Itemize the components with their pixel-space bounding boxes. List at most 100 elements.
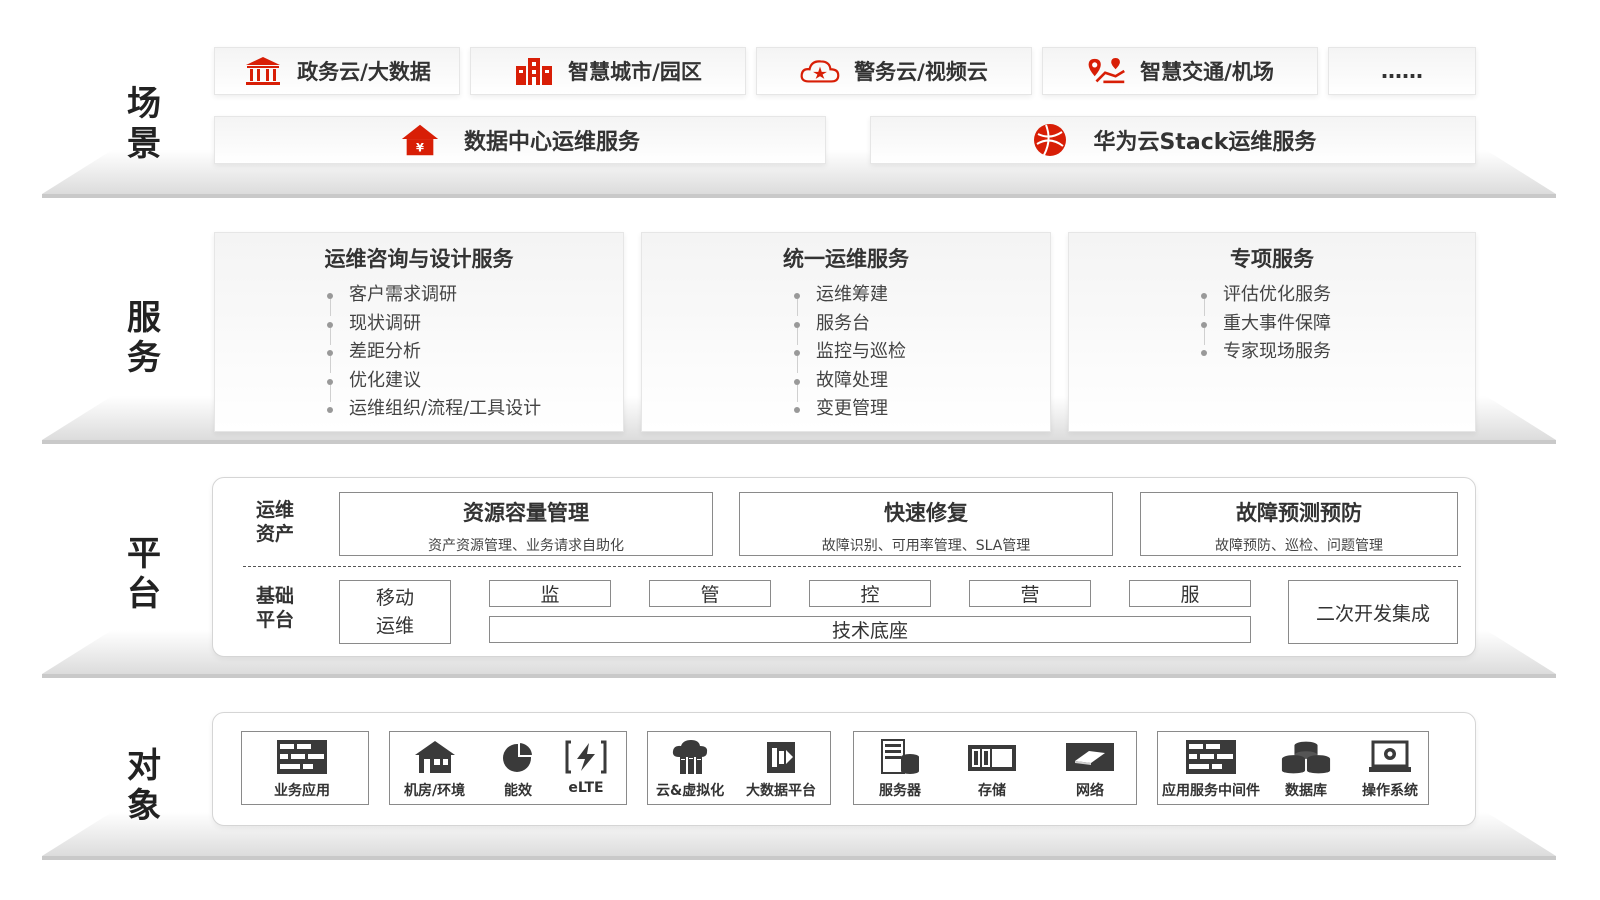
scene-label: 政务云/大数据 [297,60,431,84]
service-title: 统一运维服务 [783,247,909,271]
object-item: 大数据平台 [746,738,816,800]
object-label: 机房/环境 [404,783,466,799]
capability-title: 故障预测预防 [1236,501,1362,525]
service-item: 运维筹建 [794,281,1050,316]
layer-label-service: 服 务 [104,298,184,378]
object-group-cloud: 云&虚拟化 大数据平台 [647,731,831,805]
object-group-business: 业务应用 [241,731,369,805]
service-item: 差距分析 [327,338,623,373]
object-item: 网络 [1064,738,1116,800]
service-item: 专家现场服务 [1201,338,1475,367]
scene-label: 智慧交通/机场 [1140,60,1274,84]
police-cloud-icon [800,54,840,88]
scene-wide-label: 华为云Stack运维服务 [1093,130,1317,155]
huawei-cloud-stack-icon [1030,123,1070,157]
scene-wide-label: 数据中心运维服务 [463,130,640,155]
layer-label-char: 台 [127,574,161,614]
ops-assets-label: 运维 资产 [255,499,294,545]
scene-label: 智慧城市/园区 [568,60,702,84]
service-card-consulting: 运维咨询与设计服务 客户需求调研 现状调研 差距分析 优化建议 运维组织/流程/… [214,232,624,432]
scene-tile-traffic: 智慧交通/机场 [1042,47,1318,95]
capability-subtitle: 故障预防、巡检、问题管理 [1215,538,1383,554]
object-item: 能效 [492,738,544,800]
capability-title: 快速修复 [884,501,968,525]
service-item: 运维组织/流程/工具设计 [327,395,623,424]
elte-icon [560,738,612,776]
bigdata-platform-icon [755,738,807,776]
layer-label-scene: 场 景 [104,84,184,164]
service-item: 重大事件保障 [1201,310,1475,344]
layer-label-char: 平 [127,534,161,574]
service-list: 评估优化服务 重大事件保障 专家现场服务 [1201,281,1475,367]
base-platform-label: 基础 平台 [255,585,294,631]
service-title: 专项服务 [1230,247,1314,271]
object-group-software: 应用服务中间件 数据库 操作系统 [1157,731,1429,805]
service-item: 故障处理 [794,367,1050,401]
mobile-ops-box: 移动 运维 [339,580,451,644]
function-box-operate: 营 [969,580,1091,607]
object-label: 能效 [504,783,532,799]
object-item: 云&虚拟化 [656,738,724,800]
business-app-icon [276,738,328,776]
layer-label-char: 象 [127,786,161,826]
function-box-serve: 服 [1129,580,1251,607]
capability-title: 资源容量管理 [463,501,589,525]
objects-panel: 业务应用 机房/环境 能效 eLTE 云&虚拟化 大数据平台 服务器 存储 网络… [212,712,1476,826]
database-icon [1280,738,1332,776]
scene-tile-city: 智慧城市/园区 [470,47,746,95]
platform-divider [243,566,1461,567]
object-item: 存储 [966,738,1018,800]
object-item: 操作系统 [1362,738,1418,800]
service-item: 优化建议 [327,367,623,401]
service-item: 监控与巡检 [794,338,1050,373]
energy-efficiency-icon [492,738,544,776]
service-list: 客户需求调研 现状调研 差距分析 优化建议 运维组织/流程/工具设计 [327,281,623,424]
object-label: 数据库 [1285,783,1327,799]
capability-fault-prediction: 故障预测预防 故障预防、巡检、问题管理 [1140,492,1458,556]
service-item: 服务台 [794,310,1050,344]
object-item: eLTE [560,738,612,796]
object-group-facility: 机房/环境 能效 eLTE [389,731,627,805]
cloud-virtualization-icon [664,738,716,776]
capability-fast-repair: 快速修复 故障识别、可用率管理、SLA管理 [739,492,1113,556]
service-card-unified-ops: 统一运维服务 运维筹建 服务台 监控与巡检 故障处理 变更管理 [641,232,1051,432]
scene-tile-police: 警务云/视频云 [756,47,1032,95]
function-box-manage: 管 [649,580,771,607]
scene-wide-datacenter: ¥ 数据中心运维服务 [214,116,826,164]
object-group-infra: 服务器 存储 网络 [853,731,1137,805]
government-building-icon [243,54,283,88]
object-item: 业务应用 [274,738,330,800]
layer-label-char: 对 [127,746,161,786]
secondary-dev-box: 二次开发集成 [1288,580,1458,644]
city-buildings-icon [514,54,554,88]
service-title: 运维咨询与设计服务 [324,247,514,271]
middleware-icon [1185,738,1237,776]
machine-room-icon [409,738,461,776]
object-label: 业务应用 [274,783,330,799]
network-icon [1064,738,1116,776]
object-item: 应用服务中间件 [1162,738,1260,800]
service-item: 客户需求调研 [327,281,623,316]
object-label: 大数据平台 [746,783,816,799]
layer-label-object: 对 象 [104,746,184,826]
layer-label-char: 景 [127,124,161,164]
object-item: 数据库 [1280,738,1332,800]
scene-tile-gov: 政务云/大数据 [214,47,460,95]
service-item: 评估优化服务 [1201,281,1475,316]
layer-label-char: 场 [127,84,161,124]
object-item: 服务器 [874,738,926,800]
function-box-control: 控 [809,580,931,607]
server-icon [874,738,926,776]
operating-system-icon [1364,738,1416,776]
scene-label: 警务云/视频云 [854,60,988,84]
service-list: 运维筹建 服务台 监控与巡检 故障处理 变更管理 [794,281,1050,424]
traffic-location-icon [1086,54,1126,88]
object-label: 网络 [1076,783,1104,799]
datacenter-house-icon: ¥ [400,123,440,157]
tech-base-box: 技术底座 [489,616,1251,643]
capability-resource-capacity: 资源容量管理 资产资源管理、业务请求自助化 [339,492,713,556]
layer-label-char: 服 [127,298,161,338]
object-label: 云&虚拟化 [656,783,725,799]
scene-label: …… [1381,59,1423,83]
service-item: 现状调研 [327,310,623,344]
